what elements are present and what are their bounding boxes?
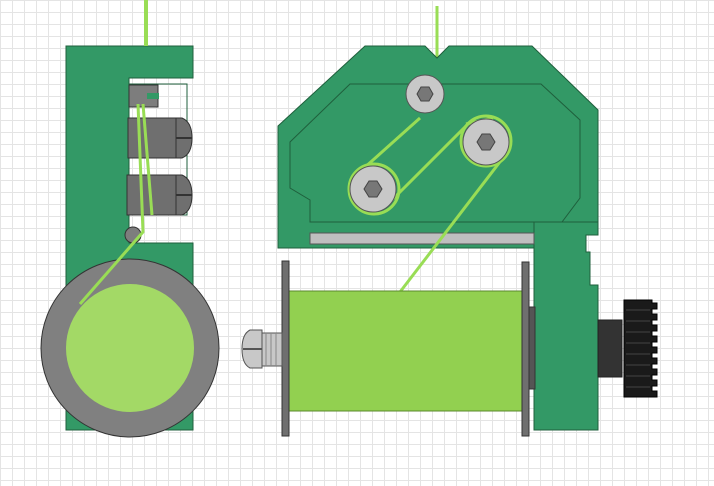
front-view	[241, 6, 658, 437]
diagram-canvas	[40, 0, 658, 438]
front-guide-rail	[309, 232, 535, 245]
side-lower-screw	[126, 174, 193, 216]
front-spool-left-flange	[281, 260, 290, 437]
front-motor-shaft	[597, 319, 623, 378]
front-left-hex-bolt	[349, 165, 397, 213]
side-view	[40, 0, 220, 438]
side-top-set-screw	[128, 84, 159, 108]
front-top-hex-bolt	[405, 74, 445, 114]
side-spool-core	[66, 284, 194, 412]
front-spool-right-flange	[521, 261, 530, 437]
front-spool-body	[287, 290, 525, 412]
front-frame-leg	[533, 221, 599, 431]
front-housing	[277, 45, 599, 249]
front-drive-gear	[623, 299, 658, 398]
front-spool-axle-stub	[528, 306, 536, 390]
front-thumb-screw	[241, 329, 283, 369]
front-right-hex-bolt	[462, 118, 510, 166]
